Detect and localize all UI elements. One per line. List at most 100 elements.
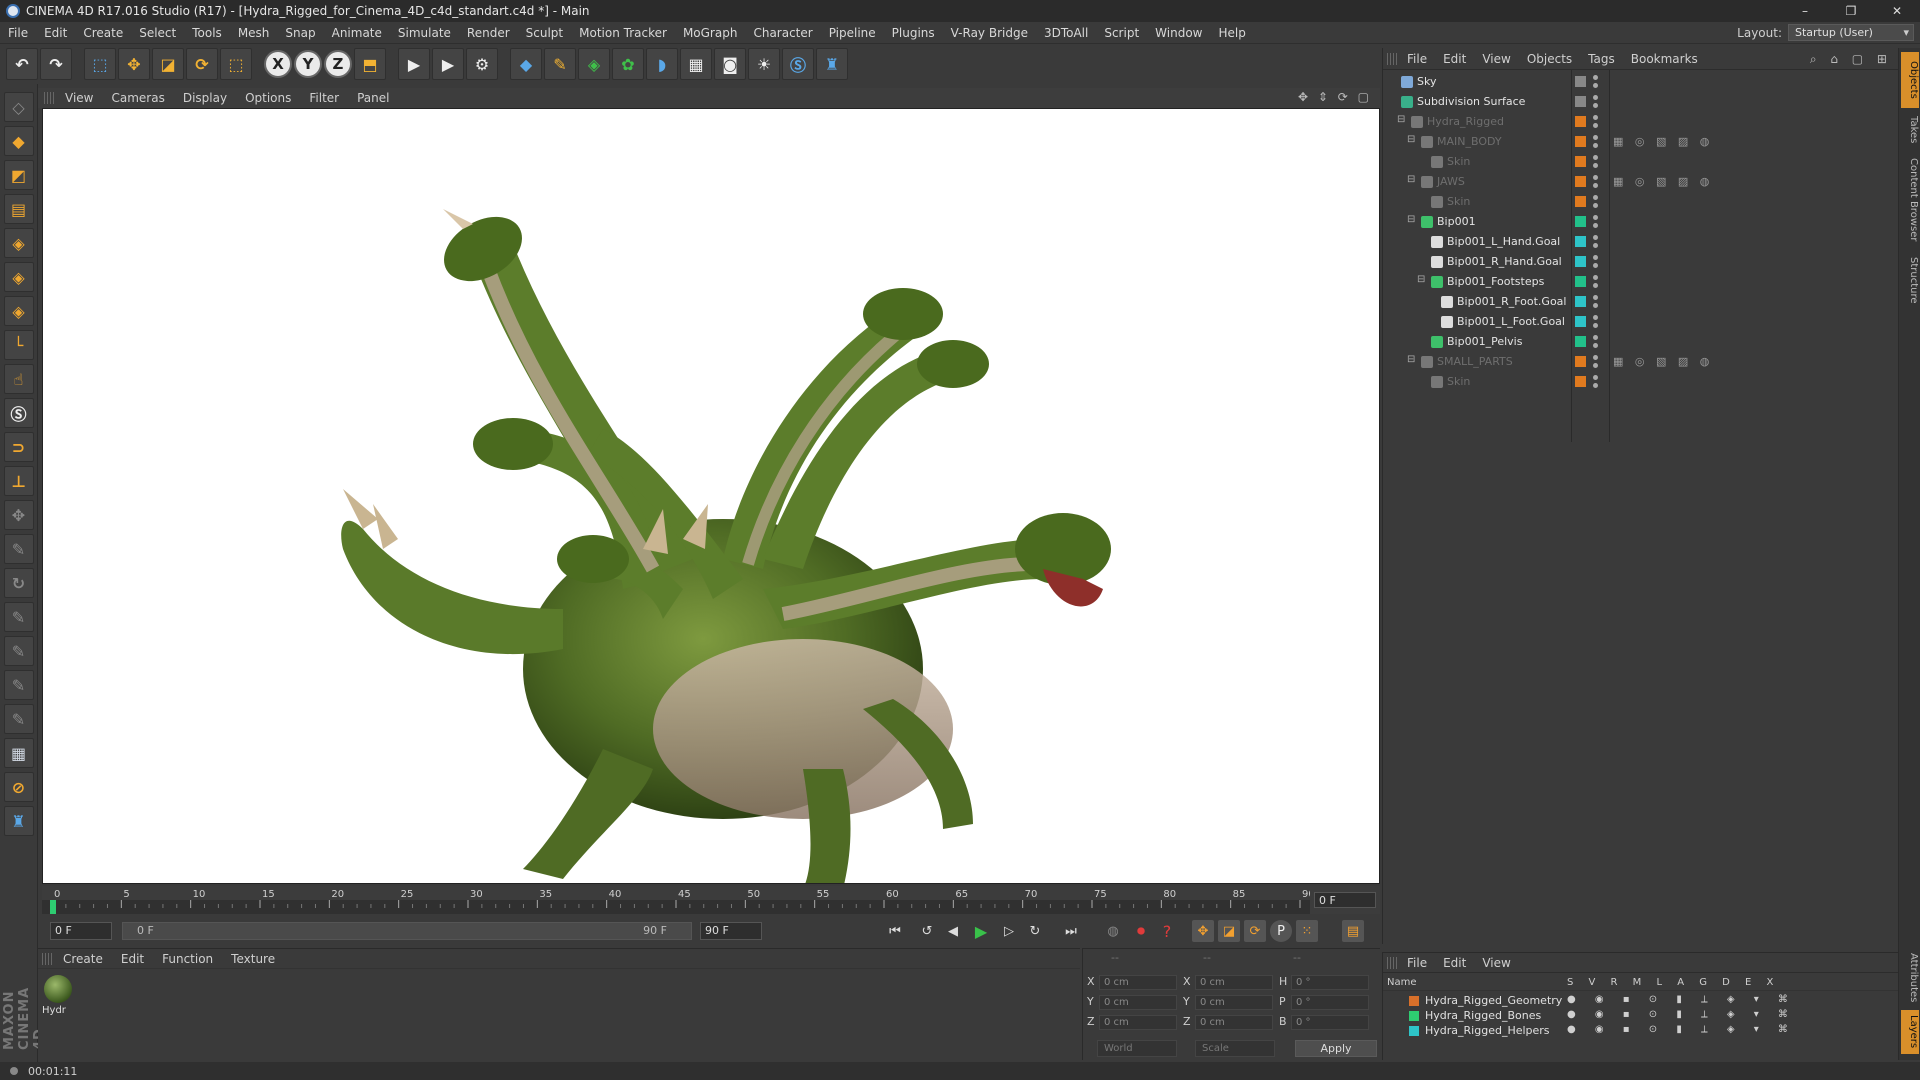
python-icon[interactable]: ♜ <box>816 48 848 80</box>
tab-layers[interactable]: Layers <box>1901 1010 1919 1054</box>
object-name[interactable]: Bip001_Footsteps <box>1447 275 1544 288</box>
coord-pos-y-field[interactable]: 0 cm <box>1099 995 1177 1010</box>
material-menu-edit[interactable]: Edit <box>112 952 153 966</box>
render-visibility-dot[interactable] <box>1593 223 1598 228</box>
scale-icon[interactable]: ◪ <box>152 48 184 80</box>
layer-toggle-icons[interactable]: ● ◉ ▪ ⊙ ▮ ⟂ ◈ ▾ ⌘ <box>1567 994 1796 1005</box>
smooth-tool-icon[interactable]: ✎ <box>3 636 34 666</box>
z-axis-lock-button[interactable]: Z <box>324 50 352 78</box>
menu-character[interactable]: Character <box>745 26 820 40</box>
cube-object-icon[interactable]: ◆ <box>510 48 542 80</box>
workplane-mode-icon[interactable]: ▤ <box>3 194 34 224</box>
editor-visibility-dot[interactable] <box>1593 235 1598 240</box>
objects-menu-bookmarks[interactable]: Bookmarks <box>1623 52 1706 66</box>
layer-color-tag[interactable] <box>1575 196 1586 207</box>
layer-color-swatch[interactable] <box>1409 1011 1419 1021</box>
coord-rot-b-field[interactable]: 0 ° <box>1291 1015 1369 1030</box>
render-visibility-dot[interactable] <box>1593 243 1598 248</box>
layers-menu-edit[interactable]: Edit <box>1435 956 1474 970</box>
render-visibility-dot[interactable] <box>1593 363 1598 368</box>
object-tags[interactable]: ▦ ◎ ▧ ▨ ◍ <box>1613 355 1713 368</box>
python-script-icon[interactable]: ♜ <box>3 806 34 836</box>
viewport-menu-cameras[interactable]: Cameras <box>102 91 173 105</box>
object-row[interactable]: Sky <box>1383 72 1899 92</box>
menu-edit[interactable]: Edit <box>36 26 75 40</box>
object-name[interactable]: Bip001_Pelvis <box>1447 335 1522 348</box>
menu-mograph[interactable]: MoGraph <box>675 26 746 40</box>
make-editable-icon[interactable]: ◇ <box>3 92 34 122</box>
object-manager-search-icon[interactable]: ⌕ ⌂ ▢ ⊞ <box>1810 52 1892 67</box>
last-tool-icon[interactable]: ⬚ <box>220 48 252 80</box>
layer-color-swatch[interactable] <box>1409 1026 1419 1036</box>
layer-row[interactable]: Hydra_Rigged_Geometry ● ◉ ▪ ⊙ ▮ ⟂ ◈ ▾ ⌘ <box>1383 993 1899 1008</box>
layer-color-tag[interactable] <box>1575 76 1586 87</box>
object-row[interactable]: Skin <box>1383 152 1899 172</box>
object-name[interactable]: Hydra_Rigged <box>1427 115 1504 128</box>
workplane-icon[interactable]: ⊥ <box>3 466 34 496</box>
layer-toggle-icons[interactable]: ● ◉ ▪ ⊙ ▮ ⟂ ◈ ▾ ⌘ <box>1567 1024 1796 1035</box>
viewport-menu-options[interactable]: Options <box>236 91 300 105</box>
expand-toggle-icon[interactable]: ⊟ <box>1397 114 1405 125</box>
timeline-ruler[interactable]: 0 5 10 15 20 25 30 35 40 45 50 55 60 65 70 75 80 85 90 <box>42 886 1310 914</box>
record-keys-icon[interactable]: ◍ <box>1102 920 1124 942</box>
key-scale-icon[interactable]: ◪ <box>1218 920 1240 942</box>
layer-color-tag[interactable] <box>1575 276 1586 287</box>
editor-visibility-dot[interactable] <box>1593 115 1598 120</box>
object-name[interactable]: Subdivision Surface <box>1417 95 1525 108</box>
material-preview[interactable] <box>44 975 72 1003</box>
play-icon[interactable]: ▶ <box>970 920 992 942</box>
viewport-menu-filter[interactable]: Filter <box>300 91 348 105</box>
editor-visibility-dot[interactable] <box>1593 335 1598 340</box>
layer-name[interactable]: Hydra_Rigged_Bones <box>1425 1009 1541 1022</box>
object-tags[interactable]: ▦ ◎ ▧ ▨ ◍ <box>1613 135 1713 148</box>
axis-mode-icon[interactable]: └ <box>3 330 34 360</box>
material-menu-create[interactable]: Create <box>54 952 112 966</box>
inflate-tool-icon[interactable]: ✎ <box>3 670 34 700</box>
menu-create[interactable]: Create <box>75 26 131 40</box>
flatten-tool-icon[interactable]: ✎ <box>3 704 34 734</box>
layer-row[interactable]: Hydra_Rigged_Bones ● ◉ ▪ ⊙ ▮ ⟂ ◈ ▾ ⌘ <box>1383 1008 1899 1023</box>
menu-file[interactable]: File <box>0 26 36 40</box>
object-row[interactable]: Bip001_R_Hand.Goal <box>1383 252 1899 272</box>
layer-color-tag[interactable] <box>1575 336 1586 347</box>
menu-script[interactable]: Script <box>1096 26 1147 40</box>
expand-toggle-icon[interactable]: ⊟ <box>1407 174 1415 185</box>
move-icon[interactable]: ✥ <box>118 48 150 80</box>
object-row[interactable]: ⊟ JAWS ▦ ◎ ▧ ▨ ◍ <box>1383 172 1899 192</box>
editor-visibility-dot[interactable] <box>1593 375 1598 380</box>
layer-color-tag[interactable] <box>1575 116 1586 127</box>
render-settings-icon[interactable]: ⚙ <box>466 48 498 80</box>
object-row[interactable]: ⊟ Bip001_Footsteps <box>1383 272 1899 292</box>
undo-icon[interactable]: ↶ <box>6 48 38 80</box>
menu-help[interactable]: Help <box>1210 26 1253 40</box>
tweak-mode-icon[interactable]: ☝ <box>3 364 34 394</box>
objects-menu-file[interactable]: File <box>1399 52 1435 66</box>
menu-window[interactable]: Window <box>1147 26 1210 40</box>
x-axis-lock-button[interactable]: X <box>264 50 292 78</box>
object-name[interactable]: Bip001_L_Foot.Goal <box>1457 315 1565 328</box>
layer-color-tag[interactable] <box>1575 96 1586 107</box>
editor-visibility-dot[interactable] <box>1593 215 1598 220</box>
tab-structure[interactable]: Structure <box>1901 250 1919 310</box>
points-mode-icon[interactable]: ◈ <box>3 228 34 258</box>
viewport-nav-icons[interactable]: ✥ ⇕ ⟳ ▢ <box>1298 90 1372 104</box>
object-name[interactable]: Bip001 <box>1437 215 1476 228</box>
next-key-icon[interactable]: ↻ <box>1024 920 1046 942</box>
render-visibility-dot[interactable] <box>1593 143 1598 148</box>
tab-content-browser[interactable]: Content Browser <box>1901 152 1919 248</box>
object-name[interactable]: Skin <box>1447 155 1470 168</box>
rotate-tool-icon[interactable]: ↻ <box>3 568 34 598</box>
editor-visibility-dot[interactable] <box>1593 135 1598 140</box>
menu-vray-bridge[interactable]: V-Ray Bridge <box>943 26 1036 40</box>
layer-color-tag[interactable] <box>1575 316 1586 327</box>
coord-space-dropdown[interactable]: World <box>1097 1040 1177 1057</box>
render-visibility-dot[interactable] <box>1593 323 1598 328</box>
rotate-icon[interactable]: ⟳ <box>186 48 218 80</box>
vray-icon[interactable]: Ⓢ <box>782 48 814 80</box>
pen-spline-icon[interactable]: ✎ <box>544 48 576 80</box>
coord-mode-dropdown[interactable]: Scale <box>1195 1040 1275 1057</box>
prev-key-icon[interactable]: ↺ <box>916 920 938 942</box>
max-frame-field[interactable]: 90 F <box>700 922 762 940</box>
magnet-icon[interactable]: ⊃ <box>3 432 34 462</box>
paint-tool-icon[interactable]: ✎ <box>3 602 34 632</box>
